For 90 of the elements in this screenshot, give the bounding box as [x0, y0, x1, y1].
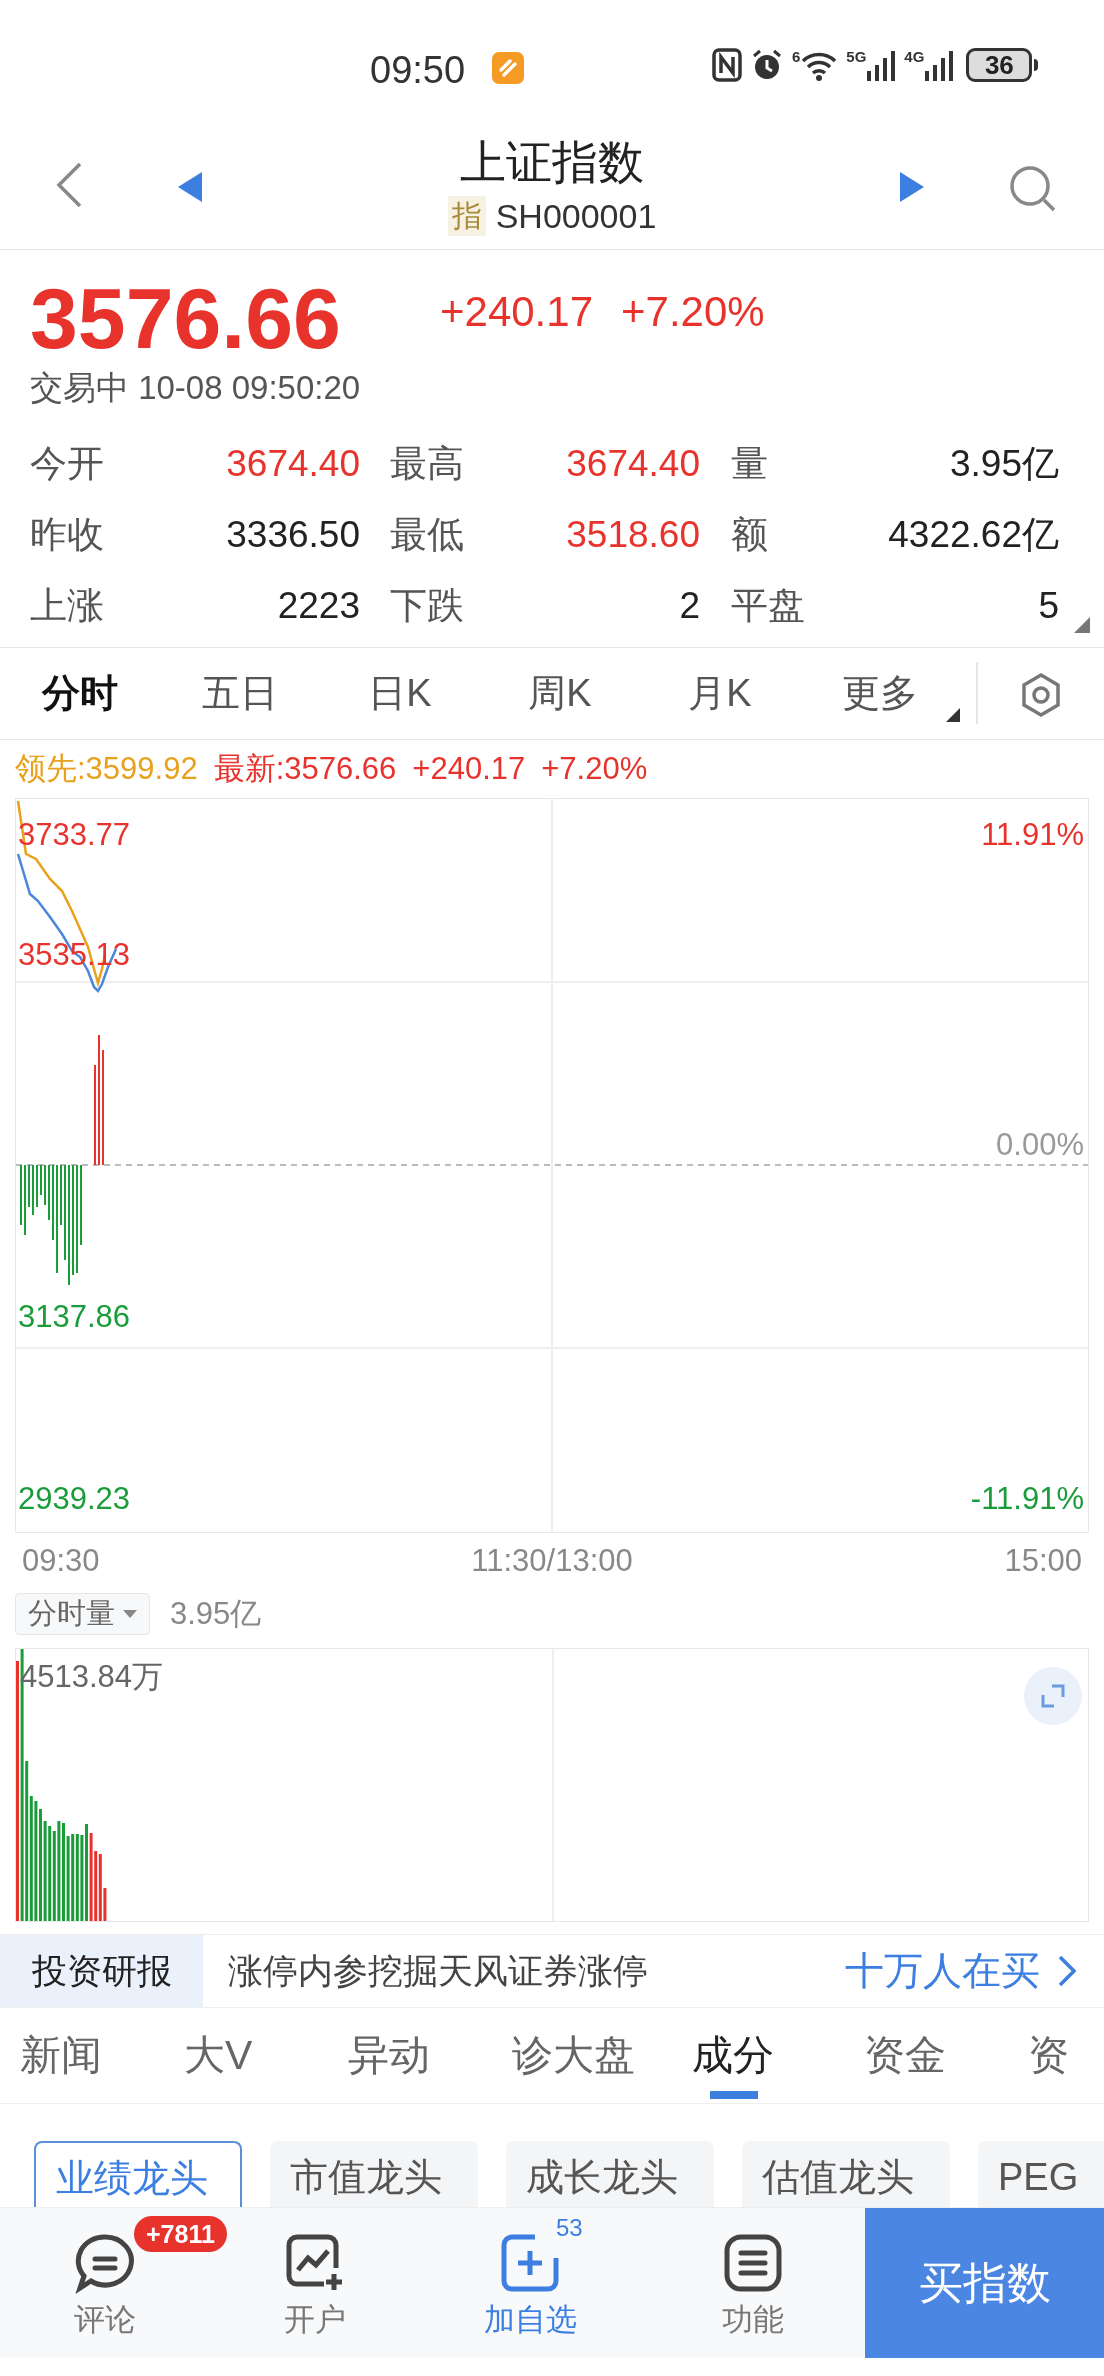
index-badge: 指	[447, 196, 486, 236]
news-tab[interactable]: 资	[1028, 2008, 1104, 2103]
battery-tip	[1034, 59, 1039, 71]
category-chip[interactable]: 估值龙头	[742, 2141, 950, 2207]
trading-status: 交易中 10-08 09:50:20	[30, 368, 362, 408]
nav-item[interactable]: 加自选 53	[420, 2208, 640, 2358]
category-chip[interactable]: 市值龙头	[270, 2141, 478, 2207]
stat-label: 平盘	[731, 583, 805, 628]
wifi-label: 6	[792, 49, 801, 64]
news-tab[interactable]: 大V	[184, 2008, 348, 2103]
volume-total: 3.95亿	[170, 1594, 262, 1633]
stat-value: 3.95亿	[950, 441, 1059, 486]
stat-value: 3674.40	[566, 441, 700, 486]
news-tab[interactable]: 资金	[864, 2008, 1028, 2103]
nfc-icon	[712, 48, 742, 82]
nav-label: 开户	[284, 2303, 346, 2335]
caret-icon	[123, 1610, 137, 1618]
buy-popularity-link[interactable]: 十万人在买	[845, 1941, 1076, 2001]
axis-percent-label: 11.91%	[981, 819, 1084, 850]
stat-label: 今开	[30, 441, 104, 486]
chart-tab[interactable]: 更多	[800, 647, 960, 740]
stat-value: 3336.50	[226, 512, 360, 557]
time-label: 09:30	[22, 1541, 100, 1580]
stat-value: 2	[679, 583, 700, 628]
chart-tab[interactable]: 五日	[160, 647, 320, 740]
volume-selector[interactable]: 分时量	[15, 1593, 150, 1635]
next-icon[interactable]	[900, 172, 924, 202]
stat-value: 4322.62亿	[888, 512, 1059, 557]
nav-item[interactable]: 功能	[640, 2208, 865, 2358]
signal-icon	[924, 49, 955, 81]
stat-value: 5	[1038, 583, 1059, 628]
stat-label: 下跌	[390, 583, 464, 628]
page-title: 上证指数	[460, 135, 644, 190]
price-change-percent: +7.20%	[621, 286, 765, 337]
back-icon[interactable]	[54, 160, 84, 210]
category-chip[interactable]: 成长龙头	[506, 2141, 714, 2207]
axis-percent-label: -11.91%	[970, 1483, 1084, 1514]
news-tab[interactable]: 异动	[348, 2008, 512, 2103]
stat-label: 昨收	[30, 512, 104, 557]
chart-tab[interactable]: 月K	[640, 647, 800, 740]
alarm-icon	[750, 48, 784, 82]
chart-tab[interactable]: 日K	[320, 647, 480, 740]
chevron-icon	[1058, 1955, 1076, 1987]
research-headline: 涨停内参挖掘天风证券涨停	[228, 1949, 649, 1992]
expand-corner-icon[interactable]	[1074, 617, 1090, 633]
news-tab[interactable]: 新闻	[20, 2008, 184, 2103]
signal-icon	[866, 49, 897, 81]
axis-price-label: 3137.86	[18, 1301, 131, 1332]
news-tab[interactable]: 成分	[692, 2008, 864, 2103]
status-time: 09:50	[370, 48, 466, 93]
battery-indicator: 36	[966, 48, 1033, 82]
stat-value: 3674.40	[226, 441, 360, 486]
stat-label: 量	[731, 441, 768, 486]
legend-lead: 领先:3599.92	[15, 749, 198, 788]
stat-label: 上涨	[30, 583, 104, 628]
network-label: 5G	[846, 49, 867, 64]
time-label: 15:00	[1004, 1541, 1082, 1580]
chart-tab[interactable]: 周K	[480, 647, 640, 740]
nav-label: 评论	[74, 2303, 136, 2335]
price-change: +240.17	[440, 286, 593, 337]
axis-price-label: 2939.23	[18, 1483, 131, 1514]
network-label: 4G	[904, 49, 925, 64]
research-tag: 投资研报	[0, 1935, 203, 2007]
nav-label: 加自选	[483, 2303, 577, 2335]
legend-latest: 最新:3576.66	[213, 749, 397, 788]
stat-value: 3518.60	[566, 512, 700, 557]
axis-percent-label: 0.00%	[996, 1129, 1084, 1160]
chart-tab[interactable]: 分时	[0, 647, 160, 740]
category-chip[interactable]: PEG	[978, 2141, 1104, 2207]
app-notification-icon	[492, 52, 524, 84]
stat-value: 2223	[277, 583, 360, 628]
search-icon[interactable]	[1008, 164, 1058, 214]
previous-icon[interactable]	[178, 172, 202, 202]
comment-count-badge: +7811	[134, 2216, 227, 2252]
buy-index-button[interactable]: 买指数	[865, 2208, 1104, 2358]
time-label: 11:30/13:00	[471, 1541, 633, 1580]
news-tab[interactable]: 诊大盘	[512, 2008, 692, 2103]
current-price: 3576.66	[30, 275, 342, 361]
legend-change-percent: +7.20%	[541, 749, 648, 788]
category-chip[interactable]: 业绩龙头	[34, 2141, 242, 2207]
stat-label: 最低	[390, 512, 464, 557]
legend-change: +240.17	[412, 749, 526, 788]
dropdown-corner-icon	[946, 708, 960, 722]
stat-label: 额	[731, 512, 768, 557]
watchlist-count: 53	[556, 2216, 583, 2240]
nav-label: 功能	[721, 2303, 784, 2335]
stat-label: 最高	[390, 441, 464, 486]
expand-icon	[1040, 1683, 1066, 1709]
chat-bubble-icon	[74, 2231, 136, 2294]
stock-code: SH000001	[495, 196, 657, 236]
